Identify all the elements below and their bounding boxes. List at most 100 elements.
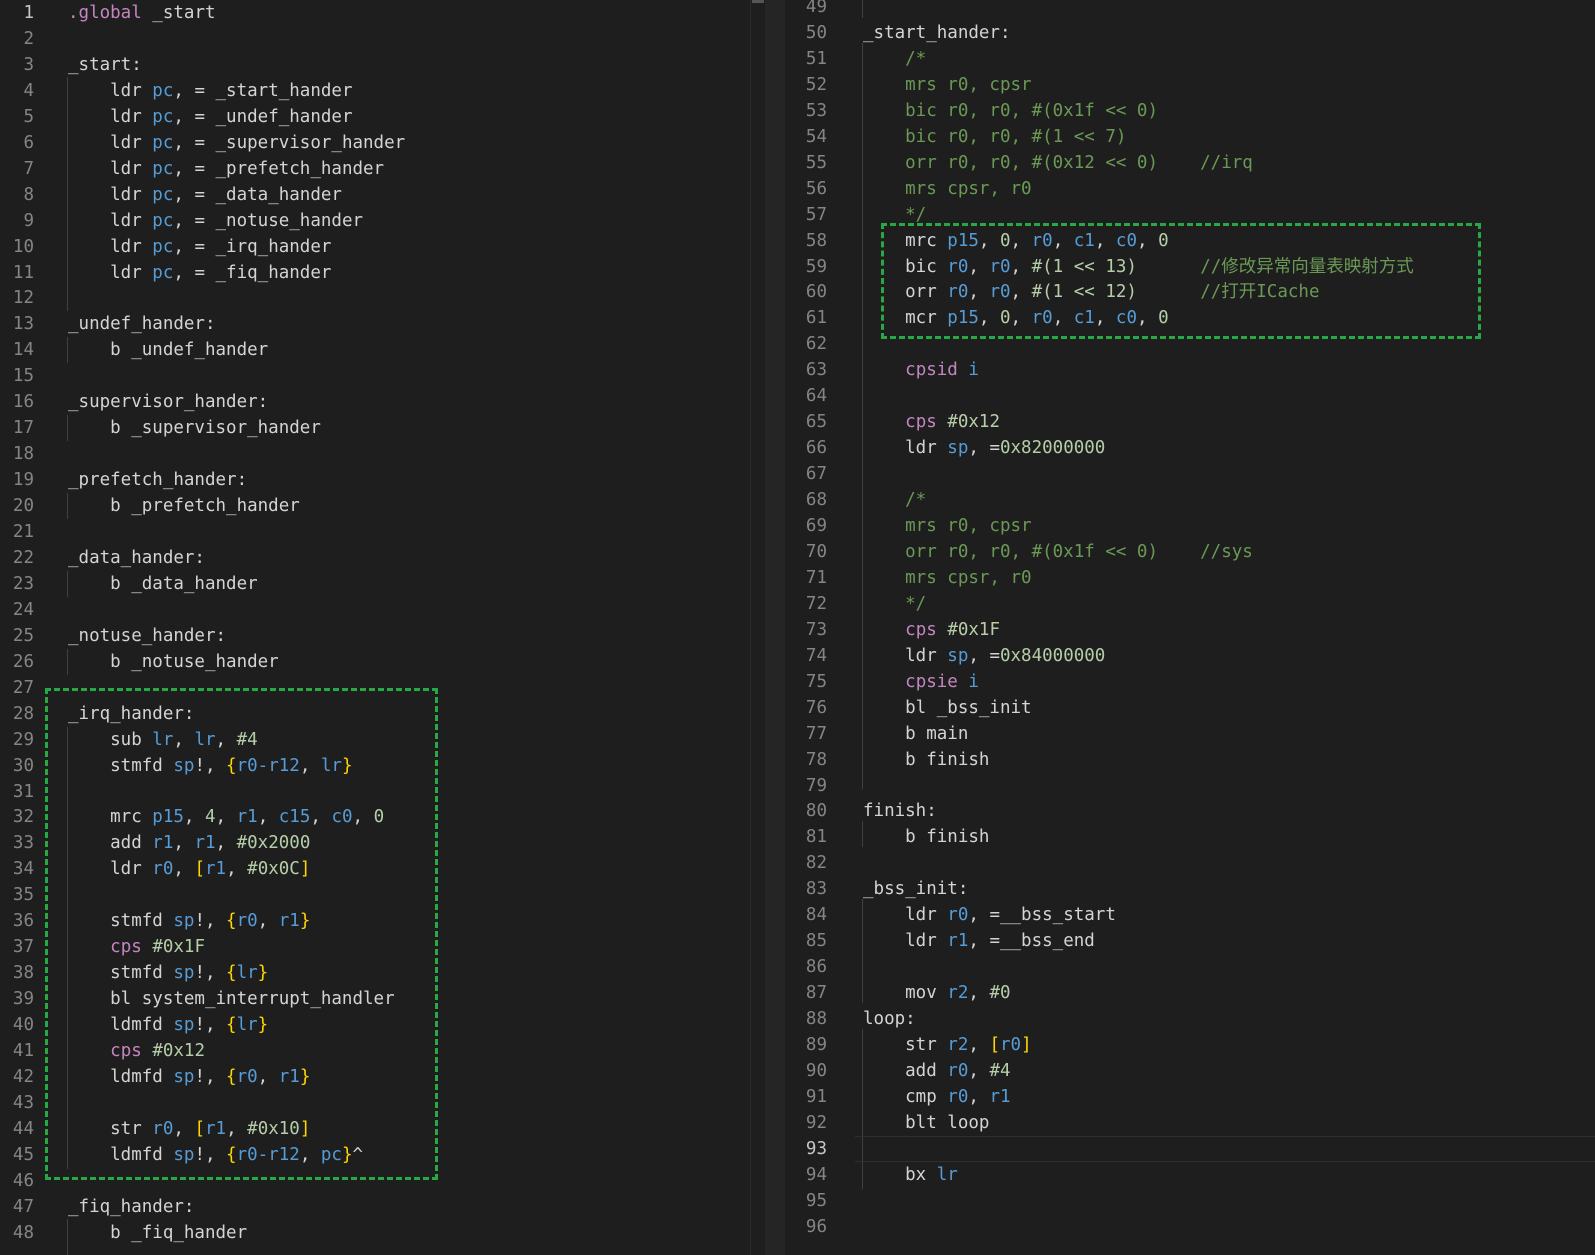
code-token: pc [152, 106, 174, 127]
code-token: i [968, 360, 979, 381]
left-pane-scrollbar-thumb[interactable] [752, 0, 764, 3]
line-number: 59 [805, 256, 827, 277]
code-token: b main [863, 723, 969, 744]
code-token: ldr [863, 931, 948, 952]
code-token: b _prefetch_hander [68, 496, 300, 517]
highlight-box-irq-handler [45, 688, 438, 1180]
editor-pane-right[interactable]: 49 50 _start_hander: 51 /* 52 mrs r0, cpsr 53… [785, 0, 1595, 1255]
code-text: cpsie i [863, 669, 979, 695]
line-number: 64 [805, 386, 827, 407]
code-token: loop: [863, 1009, 916, 1030]
line-number: 44 [12, 1118, 34, 1139]
code-token: ] [1021, 1035, 1032, 1055]
code-token: mrs cpsr, r0 [863, 567, 1032, 588]
line-number: 49 [805, 0, 827, 17]
code-text: orr r0, r0, #(0x12 << 0) //irq [863, 150, 1253, 176]
line-number: 36 [12, 911, 34, 932]
line-number: 38 [12, 963, 34, 984]
code-token: , = _supervisor_hander [173, 132, 406, 153]
code-token: b finish [863, 749, 990, 770]
line-number: 35 [12, 885, 34, 906]
line-number: 3 [23, 54, 34, 75]
code-token: _start: [68, 54, 142, 75]
code-token: r0 [947, 1060, 969, 1081]
code-token: , = [968, 438, 1000, 459]
code-text: cpsid i [863, 357, 979, 383]
code-token: , = _irq_hander [173, 236, 332, 257]
line-number: 60 [805, 282, 827, 303]
code-token: #0x1F [947, 619, 1000, 640]
code-text: .global _start [68, 0, 216, 26]
code-text: _fiq_hander: [68, 1194, 194, 1220]
code-token: r0 [947, 1086, 969, 1107]
line-number: 74 [805, 645, 827, 666]
code-text: bl _bss_init [863, 695, 1032, 721]
code-token: _start [141, 3, 216, 23]
line-number: 50 [805, 22, 827, 43]
code-text: _supervisor_hander: [68, 389, 268, 415]
code-token: _start_hander: [863, 22, 1011, 43]
code-token: [ [989, 1035, 1000, 1055]
line-number: 92 [805, 1112, 827, 1133]
code-token: .global [68, 3, 142, 23]
line-number: 2 [23, 28, 34, 49]
code-text: bic r0, r0, #(1 << 7) [863, 124, 1126, 150]
code-token: orr r0, r0, #(0x1f << 0) //sys [863, 541, 1253, 562]
code-token: bl _bss_init [863, 697, 1032, 718]
line-number: 37 [12, 937, 34, 958]
code-token: r2 [947, 1035, 969, 1055]
line-number: 7 [23, 158, 34, 179]
code-token: pc [152, 184, 174, 205]
line-number: 89 [805, 1035, 827, 1055]
code-token: add [863, 1060, 948, 1081]
code-text: ldr sp, =0x84000000 [863, 643, 1105, 669]
code-token: cps [905, 412, 937, 433]
code-text: _bss_init: [863, 876, 968, 902]
code-token: ldr [68, 210, 153, 231]
code-token: , [968, 1060, 990, 1081]
line-number: 85 [805, 931, 827, 952]
code-token: r1 [989, 1086, 1011, 1107]
code-text: b _supervisor_hander [68, 415, 321, 441]
editor-pane-left[interactable]: 1 .global _start 2 3 _start: 4 ldr pc, = _sta… [0, 0, 765, 1255]
line-number: 67 [805, 464, 827, 485]
code-text: _notuse_hander: [68, 623, 226, 649]
line-number: 65 [805, 412, 827, 433]
pane-divider[interactable] [765, 0, 785, 1255]
code-text: bx lr [863, 1162, 958, 1188]
line-number: 54 [805, 126, 827, 147]
left-pane-scrollbar[interactable] [750, 0, 765, 1255]
code-token: pc [152, 262, 174, 283]
code-token: , = _prefetch_hander [173, 158, 385, 179]
line-number: 8 [23, 184, 34, 205]
line-number: 76 [805, 697, 827, 718]
line-number: 11 [12, 262, 34, 283]
line-number: 53 [805, 100, 827, 121]
code-token: */ [863, 204, 927, 225]
code-token: ldr [68, 106, 153, 127]
line-number: 90 [805, 1060, 827, 1081]
line-number: 69 [805, 516, 827, 536]
code-token: cmp [863, 1086, 948, 1107]
code-token: ldr [68, 132, 153, 153]
line-number: 77 [805, 723, 827, 744]
line-number: 46 [12, 1170, 34, 1191]
code-token: ldr [68, 236, 153, 257]
code-token: _notuse_hander: [68, 625, 227, 646]
line-number: 23 [12, 573, 34, 594]
line-number: 93 [805, 1138, 827, 1159]
code-token: */ [863, 593, 927, 614]
line-number: 70 [805, 541, 827, 562]
code-token: r1 [947, 931, 969, 952]
line-number: 32 [12, 807, 34, 828]
code-token: b _data_hander [68, 573, 258, 594]
line-number: 78 [805, 749, 827, 770]
current-line-highlight [855, 1135, 1595, 1162]
code-text: ldr pc, = _data_hander [68, 182, 342, 208]
line-number: 39 [12, 989, 34, 1010]
code-text: mrs r0, cpsr [863, 72, 1031, 98]
line-number: 71 [805, 567, 827, 588]
code-token: mrs cpsr, r0 [863, 178, 1032, 199]
